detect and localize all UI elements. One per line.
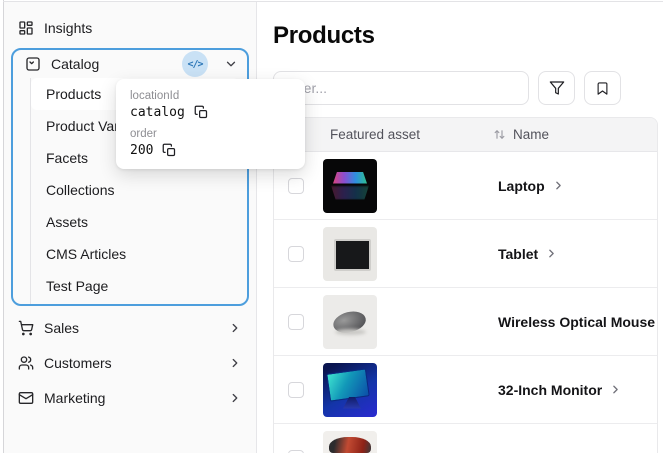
bookmark-icon [595, 81, 610, 96]
catalog-icon [25, 56, 41, 72]
column-header-name[interactable]: Name [486, 127, 657, 142]
sidebar-item-catalog[interactable]: Catalog </> [13, 50, 247, 78]
sidebar-item-label: Sales [44, 319, 80, 336]
product-name-link[interactable]: Wireless Optical Mouse [498, 314, 655, 330]
sidebar-item-sales[interactable]: Sales [4, 310, 256, 345]
sidebar-item-label: Catalog [51, 56, 100, 72]
window-top-edge [3, 1, 663, 2]
filter-input[interactable] [273, 71, 529, 105]
sidebar-subitem-test-page[interactable]: Test Page [31, 270, 239, 302]
sidebar-item-label: Marketing [44, 389, 106, 406]
product-name-link[interactable]: Tablet [498, 246, 538, 262]
chevron-right-icon [228, 321, 242, 335]
table-row[interactable]: Tablet [274, 220, 657, 288]
users-icon [18, 355, 34, 371]
window-left-edge [3, 0, 4, 453]
mail-icon [18, 390, 34, 406]
product-image-tablet [323, 226, 377, 281]
toolbar [273, 71, 657, 105]
cart-icon [18, 320, 34, 336]
product-name-link[interactable]: 32-Inch Monitor [498, 382, 602, 398]
sidebar-item-label: Insights [44, 20, 93, 36]
product-name-link[interactable]: Curved Monitor [498, 450, 601, 453]
page-title: Products [273, 22, 375, 49]
product-image-curved-monitor [323, 430, 377, 453]
table-row[interactable]: Curved Monitor [274, 424, 657, 453]
sidebar-item-insights[interactable]: Insights [4, 13, 256, 43]
filter-button[interactable] [538, 71, 575, 105]
chevron-right-icon [228, 356, 242, 370]
products-table: Featured asset Name Laptop Tablet Wirele… [273, 117, 658, 453]
tooltip-field-label: locationId [130, 90, 180, 102]
row-checkbox[interactable] [288, 449, 304, 453]
row-checkbox[interactable] [288, 313, 304, 330]
product-image-mouse [323, 294, 377, 349]
tooltip-field-value: 200 [130, 143, 154, 158]
table-row[interactable]: Wireless Optical Mouse [274, 288, 657, 356]
dashboard-grid-icon [18, 20, 34, 36]
table-row[interactable]: Laptop [274, 152, 657, 220]
chevron-down-icon[interactable] [224, 57, 238, 71]
tooltip-field-value: catalog [130, 105, 185, 120]
sidebar-item-label: Customers [44, 354, 112, 371]
app-window: Insights Catalog </> Products Product Va… [0, 0, 663, 453]
sidebar-item-marketing[interactable]: Marketing [4, 380, 256, 415]
product-image-32-inch-monitor [323, 362, 377, 417]
main-content: Products Filter... Featured asset Name L… [257, 2, 663, 453]
column-header-name-label: Name [513, 127, 550, 142]
funnel-icon [549, 80, 565, 96]
sidebar-subitem-cms-articles[interactable]: CMS Articles [31, 238, 239, 270]
chevron-right-icon [552, 179, 565, 192]
sort-icon[interactable] [492, 127, 507, 142]
column-header-featured-asset[interactable]: Featured asset [318, 127, 486, 142]
chevron-right-icon [545, 247, 558, 260]
table-header-row: Featured asset Name [274, 118, 657, 152]
product-name-link[interactable]: Laptop [498, 178, 545, 194]
row-checkbox[interactable] [288, 245, 304, 262]
sidebar-subitem-collections[interactable]: Collections [31, 174, 239, 206]
chevron-right-icon [228, 391, 242, 405]
copy-icon[interactable] [194, 105, 209, 120]
tooltip-field-label: order [130, 128, 157, 140]
row-checkbox[interactable] [288, 381, 304, 398]
row-checkbox[interactable] [288, 177, 304, 194]
sidebar-item-customers[interactable]: Customers [4, 345, 256, 380]
bookmark-button[interactable] [584, 71, 621, 105]
location-info-tooltip: locationId catalog order 200 [116, 79, 305, 169]
copy-icon[interactable] [162, 143, 177, 158]
code-chip-icon[interactable]: </> [182, 51, 208, 77]
product-image-laptop [323, 158, 377, 213]
table-row[interactable]: 32-Inch Monitor [274, 356, 657, 424]
sidebar: Insights Catalog </> Products Product Va… [4, 2, 257, 453]
chevron-right-icon [609, 383, 622, 396]
sidebar-subitem-assets[interactable]: Assets [31, 206, 239, 238]
